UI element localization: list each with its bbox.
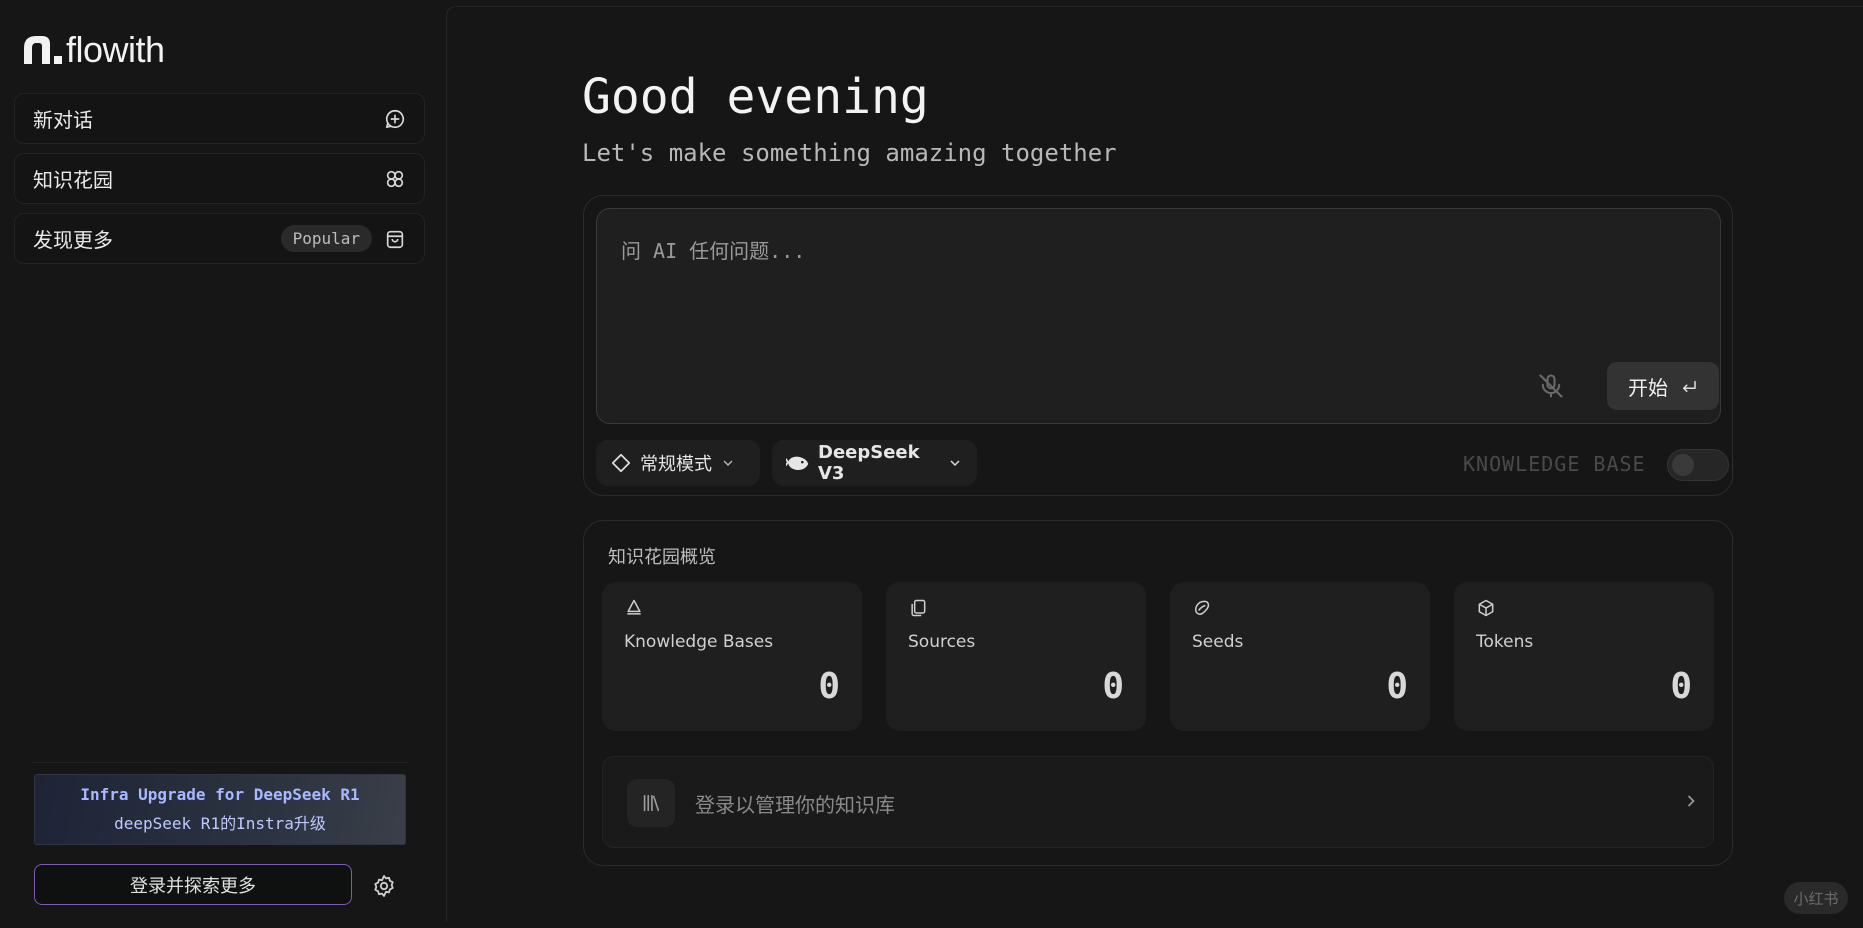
login-button[interactable]: 登录并探索更多: [34, 864, 352, 905]
gear-icon[interactable]: [372, 874, 396, 898]
knowledge-garden-overview: 知识花园概览 Knowledge Bases 0 Sources 0 Seeds…: [583, 520, 1733, 866]
chat-composer: 问 AI 任何问题... 开始 常规模式 DeepSeek V3 KNOWLED…: [583, 195, 1733, 496]
model-selector[interactable]: DeepSeek V3: [772, 440, 977, 486]
mode-selector[interactable]: 常规模式: [596, 440, 760, 486]
bell-icon: [624, 598, 644, 618]
logo-text: flowith: [66, 29, 165, 70]
popular-badge: Popular: [280, 225, 372, 252]
greeting-title: Good evening: [582, 69, 929, 125]
sidebar-item-label: 知识花园: [33, 168, 113, 192]
mode-label: 常规模式: [640, 454, 712, 475]
manage-knowledge-base-row[interactable]: 登录以管理你的知识库: [602, 756, 1714, 848]
main-panel: Good evening Let's make something amazin…: [446, 6, 1863, 922]
knowledge-base-toggle[interactable]: [1667, 449, 1729, 481]
new-chat-icon: [384, 108, 406, 130]
chevron-down-icon: [947, 455, 963, 471]
promo-banner[interactable]: Infra Upgrade for DeepSeek R1 deepSeek R…: [34, 774, 406, 845]
stat-label: Seeds: [1192, 632, 1244, 652]
stat-card-sources[interactable]: Sources 0: [886, 582, 1146, 731]
diamond-icon: [610, 452, 632, 474]
stat-value: 0: [818, 666, 840, 707]
knowledge-base-label: KNOWLEDGE BASE: [1463, 452, 1646, 476]
stat-card-knowledge-bases[interactable]: Knowledge Bases 0: [602, 582, 862, 731]
stat-value: 0: [1670, 666, 1692, 707]
prompt-input[interactable]: 问 AI 任何问题... 开始: [596, 208, 1721, 424]
cube-icon: [1476, 598, 1496, 618]
seed-icon: [1192, 598, 1212, 618]
sidebar-divider: [32, 762, 408, 763]
stat-label: Sources: [908, 632, 976, 652]
sidebar-nav: 新对话 知识花园 发现更多 Popular: [14, 93, 425, 273]
stat-label: Tokens: [1476, 632, 1534, 652]
stat-value: 0: [1102, 666, 1124, 707]
toggle-knob: [1672, 454, 1694, 476]
promo-title: Infra Upgrade for DeepSeek R1: [80, 785, 360, 804]
start-button[interactable]: 开始: [1607, 362, 1719, 410]
mic-off-icon[interactable]: [1537, 372, 1565, 400]
start-button-label: 开始: [1628, 375, 1668, 400]
stat-value: 0: [1386, 666, 1408, 707]
sidebar-item-label: 发现更多: [33, 228, 113, 252]
enter-icon: [1680, 377, 1698, 395]
sidebar: flowith 新对话 知识花园 发现更多 Popular Infra Upgr…: [0, 0, 440, 928]
stat-card-tokens[interactable]: Tokens 0: [1454, 582, 1714, 731]
watermark: 小红书: [1784, 882, 1848, 914]
prompt-placeholder: 问 AI 任何问题...: [621, 239, 806, 263]
overview-title: 知识花园概览: [608, 547, 716, 568]
model-label: DeepSeek V3: [818, 442, 920, 484]
library-icon: [627, 779, 675, 827]
manage-label: 登录以管理你的知识库: [695, 793, 895, 817]
copy-icon: [908, 598, 928, 618]
promo-subtitle: deepSeek R1的Instra升级: [114, 814, 326, 833]
bag-icon: [384, 228, 406, 250]
sidebar-item-knowledge-garden[interactable]: 知识花园: [14, 153, 425, 204]
stat-label: Knowledge Bases: [624, 632, 774, 652]
sidebar-item-new-chat[interactable]: 新对话: [14, 93, 425, 144]
stat-card-seeds[interactable]: Seeds 0: [1170, 582, 1430, 731]
flowith-logo-icon: [24, 36, 62, 64]
greeting-subtitle: Let's make something amazing together: [582, 139, 1117, 167]
chevron-right-icon: [1681, 791, 1701, 811]
garden-icon: [384, 168, 406, 190]
deepseek-whale-icon: [786, 453, 810, 473]
sidebar-item-discover[interactable]: 发现更多 Popular: [14, 213, 425, 264]
chevron-down-icon: [720, 455, 736, 471]
sidebar-item-label: 新对话: [33, 108, 93, 132]
app-logo[interactable]: flowith: [22, 29, 165, 70]
